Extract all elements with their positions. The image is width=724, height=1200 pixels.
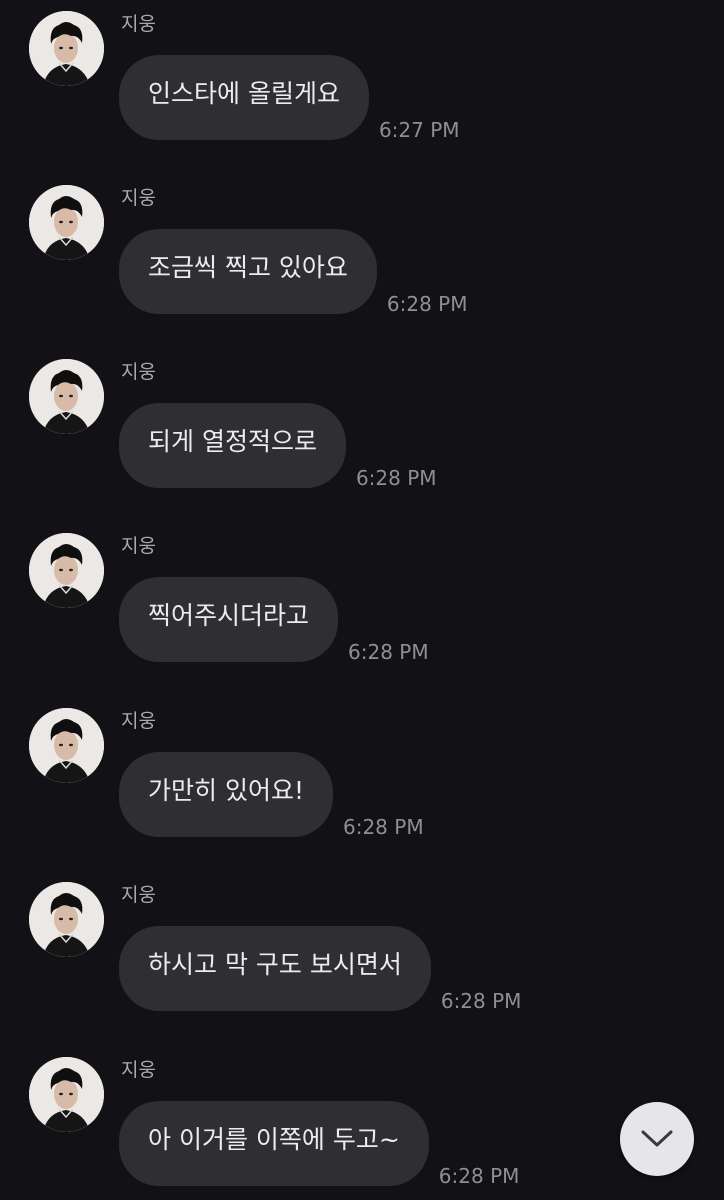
chevron-down-icon	[641, 1130, 673, 1147]
message-timestamp: 6:28 PM	[348, 640, 429, 664]
message-item: 지웅 하시고 막 구도 보시면서 6:28 PM	[0, 871, 724, 1021]
message-item: 지웅 찍어주시더라고 6:28 PM	[0, 522, 724, 672]
message-item: 지웅 되게 열정적으로 6:28 PM	[0, 348, 724, 498]
message-row: 인스타에 올릴게요 6:27 PM	[119, 55, 460, 142]
sender-name: 지웅	[121, 187, 156, 209]
message-bubble[interactable]: 조금씩 찍고 있아요	[119, 229, 377, 314]
avatar-photo-icon	[29, 708, 104, 783]
scroll-to-bottom-button[interactable]	[620, 1102, 694, 1176]
message-item: 지웅 아 이거를 이쪽에 두고~ 6:28 PM	[0, 1046, 724, 1196]
sender-name: 지웅	[121, 710, 156, 732]
message-bubble[interactable]: 찍어주시더라고	[119, 577, 339, 662]
message-row: 찍어주시더라고 6:28 PM	[119, 577, 429, 664]
avatar[interactable]	[29, 882, 104, 957]
message-bubble[interactable]: 인스타에 올릴게요	[119, 55, 369, 140]
message-timestamp: 6:28 PM	[438, 1164, 520, 1188]
avatar-photo-icon	[29, 185, 104, 260]
message-row: 되게 열정적으로 6:28 PM	[119, 403, 437, 490]
chat-message-list[interactable]: 지웅 인스타에 올릴게요 6:27 PM 지웅 조금씩 찍고 있아요 6:28 …	[0, 0, 724, 1200]
message-timestamp: 6:28 PM	[386, 292, 468, 316]
sender-name: 지웅	[121, 1059, 156, 1081]
avatar-photo-icon	[29, 359, 104, 434]
avatar-photo-icon	[29, 11, 104, 86]
message-timestamp: 6:28 PM	[342, 815, 424, 839]
message-bubble[interactable]: 가만히 있어요!	[119, 752, 333, 837]
avatar-photo-icon	[29, 1057, 104, 1132]
message-item: 지웅 인스타에 올릴게요 6:27 PM	[0, 0, 724, 150]
message-item: 지웅 조금씩 찍고 있아요 6:28 PM	[0, 174, 724, 324]
message-bubble[interactable]: 아 이거를 이쪽에 두고~	[119, 1101, 429, 1186]
message-row: 가만히 있어요! 6:28 PM	[119, 752, 424, 839]
avatar[interactable]	[29, 533, 104, 608]
message-row: 하시고 막 구도 보시면서 6:28 PM	[119, 926, 522, 1013]
message-bubble[interactable]: 되게 열정적으로	[119, 403, 346, 488]
sender-name: 지웅	[121, 361, 156, 383]
message-item: 지웅 가만히 있어요! 6:28 PM	[0, 697, 724, 847]
sender-name: 지웅	[121, 884, 156, 906]
avatar-photo-icon	[29, 533, 104, 608]
avatar[interactable]	[29, 359, 104, 434]
message-row: 조금씩 찍고 있아요 6:28 PM	[119, 229, 468, 316]
sender-name: 지웅	[121, 13, 156, 35]
message-bubble[interactable]: 하시고 막 구도 보시면서	[119, 926, 431, 1011]
message-timestamp: 6:28 PM	[355, 466, 437, 490]
avatar[interactable]	[29, 11, 104, 86]
message-timestamp: 6:28 PM	[440, 989, 522, 1013]
avatar-photo-icon	[29, 882, 104, 957]
avatar[interactable]	[29, 1057, 104, 1132]
avatar[interactable]	[29, 708, 104, 783]
sender-name: 지웅	[121, 535, 156, 557]
avatar[interactable]	[29, 185, 104, 260]
message-row: 아 이거를 이쪽에 두고~ 6:28 PM	[119, 1101, 520, 1188]
message-timestamp: 6:27 PM	[378, 118, 460, 142]
